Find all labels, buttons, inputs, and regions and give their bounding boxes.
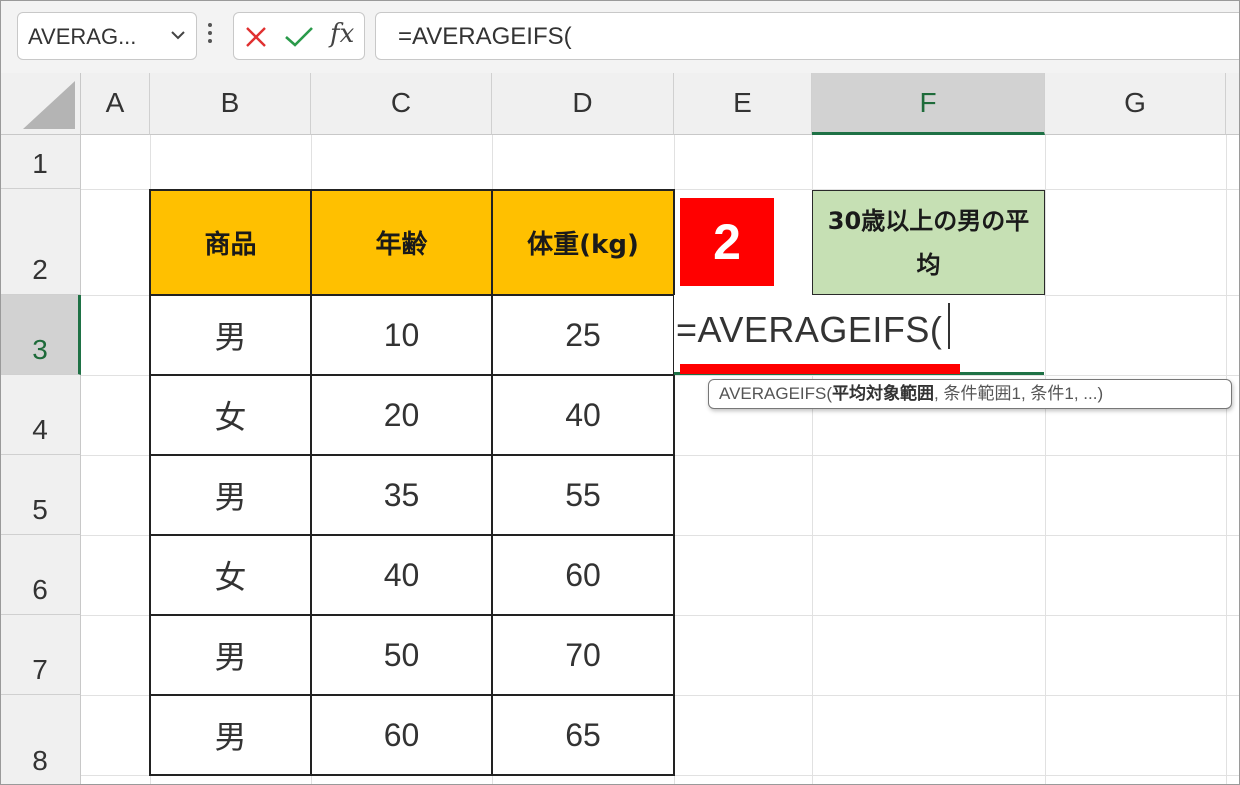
tooltip-function-name[interactable]: AVERAGEIFS( xyxy=(719,384,832,403)
text-cursor xyxy=(948,303,950,349)
table-border xyxy=(149,534,674,536)
spreadsheet-window: AVERAG... fx =AVERAGEIFS( A B C D E F G … xyxy=(0,0,1240,785)
row-header-7[interactable]: 7 xyxy=(1,615,81,695)
highlight-underline xyxy=(680,364,960,374)
table-cell[interactable]: 女 xyxy=(150,535,311,615)
table-cell[interactable]: 35 xyxy=(311,455,492,535)
table-border xyxy=(673,189,675,776)
row-header-1[interactable]: 1 xyxy=(1,135,81,189)
table-border xyxy=(149,189,151,776)
edit-cell-text: =AVERAGEIFS( xyxy=(676,309,943,350)
formula-text: =AVERAGEIFS( xyxy=(398,23,572,50)
function-tooltip[interactable]: AVERAGEIFS(平均対象範囲, 条件範囲1, 条件1, ...) xyxy=(708,379,1232,409)
select-all-corner[interactable] xyxy=(1,73,81,135)
table-cell[interactable]: 女 xyxy=(150,375,311,455)
name-box[interactable]: AVERAG... xyxy=(17,12,197,60)
average-label-cell[interactable]: 30歳以上の男の平均 xyxy=(812,190,1045,295)
row-header-6[interactable]: 6 xyxy=(1,535,81,615)
row-header-8[interactable]: 8 xyxy=(1,695,81,784)
table-header-cell[interactable]: 体重(kg) xyxy=(492,189,674,295)
table-cell[interactable]: 55 xyxy=(492,455,674,535)
column-header-f[interactable]: F xyxy=(812,73,1045,135)
step-badge: 2 xyxy=(680,198,774,286)
column-header-a[interactable]: A xyxy=(81,73,150,135)
tooltip-current-arg[interactable]: 平均対象範囲 xyxy=(832,384,934,403)
column-header-e[interactable]: E xyxy=(674,73,812,135)
column-header-g[interactable]: G xyxy=(1045,73,1226,135)
table-cell[interactable]: 20 xyxy=(311,375,492,455)
table-cell[interactable]: 70 xyxy=(492,615,674,695)
table-header-cell[interactable]: 商品 xyxy=(150,189,311,295)
table-header-cell[interactable]: 年齢 xyxy=(311,189,492,295)
column-header-b[interactable]: B xyxy=(150,73,311,135)
more-options-icon[interactable] xyxy=(207,23,213,49)
column-header-h[interactable] xyxy=(1226,73,1239,135)
gridline xyxy=(1045,135,1046,784)
row-header-2[interactable]: 2 xyxy=(1,189,81,295)
table-border xyxy=(310,189,312,776)
table-border xyxy=(149,694,674,696)
formula-buttons: fx xyxy=(233,12,365,60)
gridline xyxy=(1226,135,1227,784)
table-border xyxy=(149,294,674,296)
table-cell[interactable]: 男 xyxy=(150,455,311,535)
check-icon[interactable] xyxy=(284,25,314,49)
x-icon[interactable] xyxy=(244,25,268,49)
row-header-3[interactable]: 3 xyxy=(1,295,81,375)
chevron-down-icon[interactable] xyxy=(168,25,188,45)
table-cell[interactable]: 60 xyxy=(492,535,674,615)
table-cell[interactable]: 男 xyxy=(150,615,311,695)
insert-function-button[interactable]: fx xyxy=(330,19,354,49)
table-cell[interactable]: 40 xyxy=(311,535,492,615)
table-cell[interactable]: 男 xyxy=(150,695,311,775)
row-header-5[interactable]: 5 xyxy=(1,455,81,535)
table-border xyxy=(491,189,493,776)
table-border xyxy=(149,774,674,776)
table-cell[interactable]: 60 xyxy=(311,695,492,775)
table-border xyxy=(149,374,674,376)
table-cell[interactable]: 25 xyxy=(492,295,674,375)
table-cell[interactable]: 男 xyxy=(150,295,311,375)
table-cell[interactable]: 65 xyxy=(492,695,674,775)
active-edit-cell[interactable]: =AVERAGEIFS( xyxy=(674,295,1044,375)
table-cell[interactable]: 10 xyxy=(311,295,492,375)
formula-input[interactable]: =AVERAGEIFS( xyxy=(375,12,1239,60)
table-border xyxy=(149,189,674,191)
row-header-4[interactable]: 4 xyxy=(1,375,81,455)
formula-bar: AVERAG... fx =AVERAGEIFS( xyxy=(1,1,1239,74)
table-cell[interactable]: 50 xyxy=(311,615,492,695)
select-all-icon xyxy=(23,81,75,129)
column-header-d[interactable]: D xyxy=(492,73,674,135)
table-border xyxy=(149,614,674,616)
name-box-text: AVERAG... xyxy=(28,24,137,49)
column-header-c[interactable]: C xyxy=(311,73,492,135)
table-border xyxy=(149,454,674,456)
table-cell[interactable]: 40 xyxy=(492,375,674,455)
tooltip-rest-args: , 条件範囲1, 条件1, ...) xyxy=(934,384,1104,403)
